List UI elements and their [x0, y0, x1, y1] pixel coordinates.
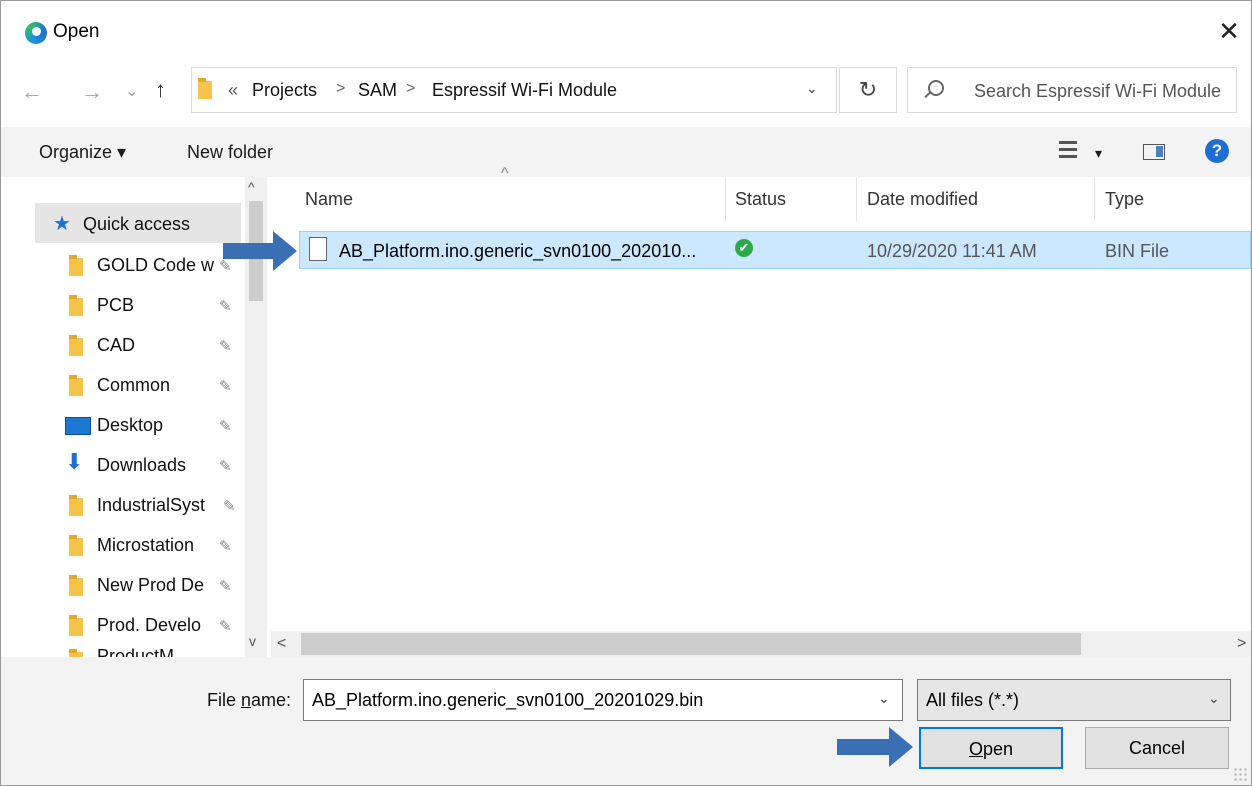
back-arrow-icon[interactable]: ← [21, 79, 43, 105]
cancel-button[interactable]: Cancel [1085, 727, 1229, 769]
sidebar-item-desktop[interactable]: Desktop [97, 415, 163, 436]
sort-ascending-icon: ^ [501, 165, 509, 182]
view-options-icon[interactable] [1059, 141, 1077, 159]
up-arrow-icon[interactable]: ↑ [155, 77, 166, 103]
chevron-down-icon[interactable]: ⌄ [878, 690, 890, 707]
pin-icon: ✎ [219, 418, 232, 435]
help-icon[interactable]: ? [1205, 139, 1229, 163]
network-folder-icon [69, 615, 83, 636]
sync-status-icon: ✔ [735, 239, 753, 257]
close-icon[interactable]: ✕ [1213, 15, 1245, 47]
column-header-date-modified[interactable]: Date modified [867, 189, 978, 210]
downloads-icon: ⬇ [65, 449, 84, 474]
column-header-name[interactable]: Name [305, 189, 353, 210]
edge-browser-icon [25, 22, 47, 44]
new-folder-button[interactable]: New folder [187, 142, 273, 163]
column-divider[interactable] [1094, 177, 1095, 221]
address-bar[interactable]: « Projects > SAM > Espressif Wi-Fi Modul… [191, 67, 837, 113]
breadcrumb-overflow[interactable]: « [228, 80, 238, 101]
pin-icon: ✎ [219, 578, 232, 595]
desktop-icon [65, 417, 91, 435]
open-button[interactable]: Open [919, 727, 1063, 769]
column-divider[interactable] [725, 177, 726, 221]
sidebar-item-pcb[interactable]: PCB [97, 295, 134, 316]
sidebar-item-new-prod-de[interactable]: New Prod De [97, 575, 204, 596]
scroll-left-icon[interactable]: < [277, 635, 286, 653]
sidebar-item-gold-code[interactable]: GOLD Code w [97, 255, 214, 276]
file-name-value: AB_Platform.ino.generic_svn0100_20201029… [312, 690, 704, 710]
search-icon [928, 80, 944, 96]
network-folder-icon [69, 375, 83, 396]
resize-grip-icon[interactable] [1233, 767, 1247, 781]
sidebar-item-common[interactable]: Common [97, 375, 170, 396]
star-icon: ★ [53, 213, 71, 235]
file-type-select[interactable]: All files (*.*) ⌄ [917, 679, 1231, 721]
title-bar: Open ✕ [1, 1, 1251, 63]
chevron-down-icon[interactable]: ⌄ [806, 80, 818, 97]
file-icon [309, 237, 327, 261]
scroll-right-icon[interactable]: > [1237, 635, 1246, 653]
annotation-arrow-icon [223, 231, 297, 271]
file-name-label-accel: n [241, 690, 252, 710]
network-folder-icon [69, 575, 83, 596]
sidebar-item-prod-develo[interactable]: Prod. Develo [97, 615, 201, 636]
scroll-down-icon[interactable]: v [249, 633, 256, 649]
file-name-label-post: ame: [251, 690, 292, 710]
dialog-footer [1, 657, 1251, 785]
view-dropdown-icon[interactable]: ▾ [1095, 145, 1102, 162]
sidebar-item-microstation[interactable]: Microstation [97, 535, 194, 556]
network-folder-icon [69, 535, 83, 556]
file-name-label-pre: File [207, 690, 242, 710]
window-title: Open [53, 21, 100, 42]
folder-icon [69, 255, 83, 276]
pin-icon: ✎ [219, 378, 232, 395]
file-list-scroll-thumb[interactable] [301, 633, 1081, 655]
sidebar-item-downloads[interactable]: Downloads [97, 455, 186, 476]
search-input[interactable]: Search Espressif Wi-Fi Module [907, 67, 1237, 113]
sidebar-item-industrialsyst[interactable]: IndustrialSyst [97, 495, 205, 516]
chevron-down-icon[interactable]: ⌄ [1208, 690, 1220, 707]
open-file-dialog: Open ✕ ← → ⌄ ↑ « Projects > SAM > Espres… [0, 0, 1252, 786]
pin-icon: ✎ [219, 618, 232, 635]
sidebar-item-productm[interactable]: ProductM [97, 646, 174, 657]
file-type-value: All files (*.*) [926, 690, 1020, 710]
pin-icon: ✎ [219, 338, 232, 355]
column-divider[interactable] [856, 177, 857, 221]
pin-icon: ✎ [223, 498, 236, 515]
network-folder-icon [69, 335, 83, 356]
refresh-icon[interactable]: ↻ [839, 67, 897, 113]
open-accel: O [968, 739, 983, 759]
file-type: BIN File [1105, 241, 1170, 261]
pin-icon: ✎ [219, 538, 232, 555]
command-bar: Organize ▾ New folder ▾ ? [1, 127, 1251, 177]
sidebar-item-cad[interactable]: CAD [97, 335, 135, 356]
search-placeholder: Search Espressif Wi-Fi Module [974, 81, 1222, 101]
recent-locations-icon[interactable]: ⌄ [125, 81, 138, 101]
file-date-modified: 10/29/2020 11:41 AM [867, 241, 1037, 261]
file-name: AB_Platform.ino.generic_svn0100_202010..… [339, 241, 697, 261]
column-header-type[interactable]: Type [1105, 189, 1144, 210]
organize-button[interactable]: Organize ▾ [39, 142, 126, 163]
forward-arrow-icon[interactable]: → [81, 79, 103, 105]
folder-icon [198, 78, 212, 99]
scroll-up-icon[interactable]: ^ [248, 179, 255, 195]
sidebar-item-label: Quick access [83, 214, 191, 234]
breadcrumb-separator[interactable]: > [406, 80, 415, 98]
network-folder-icon [69, 495, 83, 516]
annotation-arrow-icon [837, 727, 913, 767]
breadcrumb-sam[interactable]: SAM [358, 80, 397, 101]
breadcrumb-projects[interactable]: Projects [252, 80, 317, 101]
pin-icon: ✎ [219, 458, 232, 475]
preview-pane-icon[interactable] [1143, 144, 1165, 160]
column-header-status[interactable]: Status [735, 189, 786, 210]
breadcrumb-separator[interactable]: > [336, 80, 345, 98]
file-name-field[interactable]: AB_Platform.ino.generic_svn0100_20201029… [303, 679, 903, 721]
breadcrumb-espressif[interactable]: Espressif Wi-Fi Module [432, 80, 617, 101]
file-name-label: File name: [207, 690, 291, 711]
folder-icon [69, 295, 83, 316]
pin-icon: ✎ [219, 298, 232, 315]
open-label: pen [982, 739, 1014, 759]
